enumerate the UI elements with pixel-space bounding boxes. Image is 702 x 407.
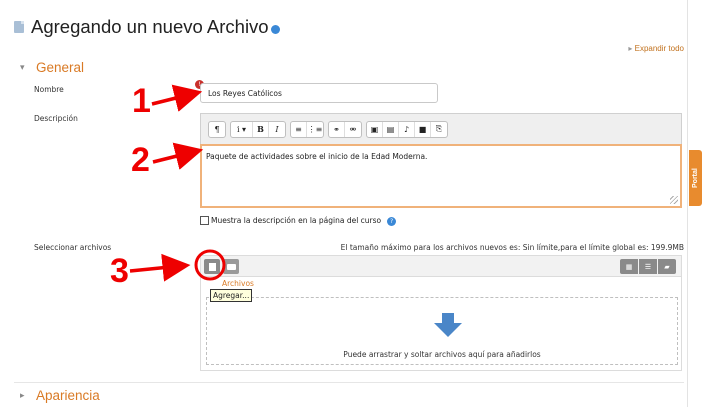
annotation-arrow-1: [151, 84, 203, 112]
annotation-arrow-3: [129, 253, 191, 282]
annotation-arrow-2: [152, 142, 204, 170]
annotation-circle: [194, 249, 226, 281]
annotation-overlay: [129, 84, 226, 282]
